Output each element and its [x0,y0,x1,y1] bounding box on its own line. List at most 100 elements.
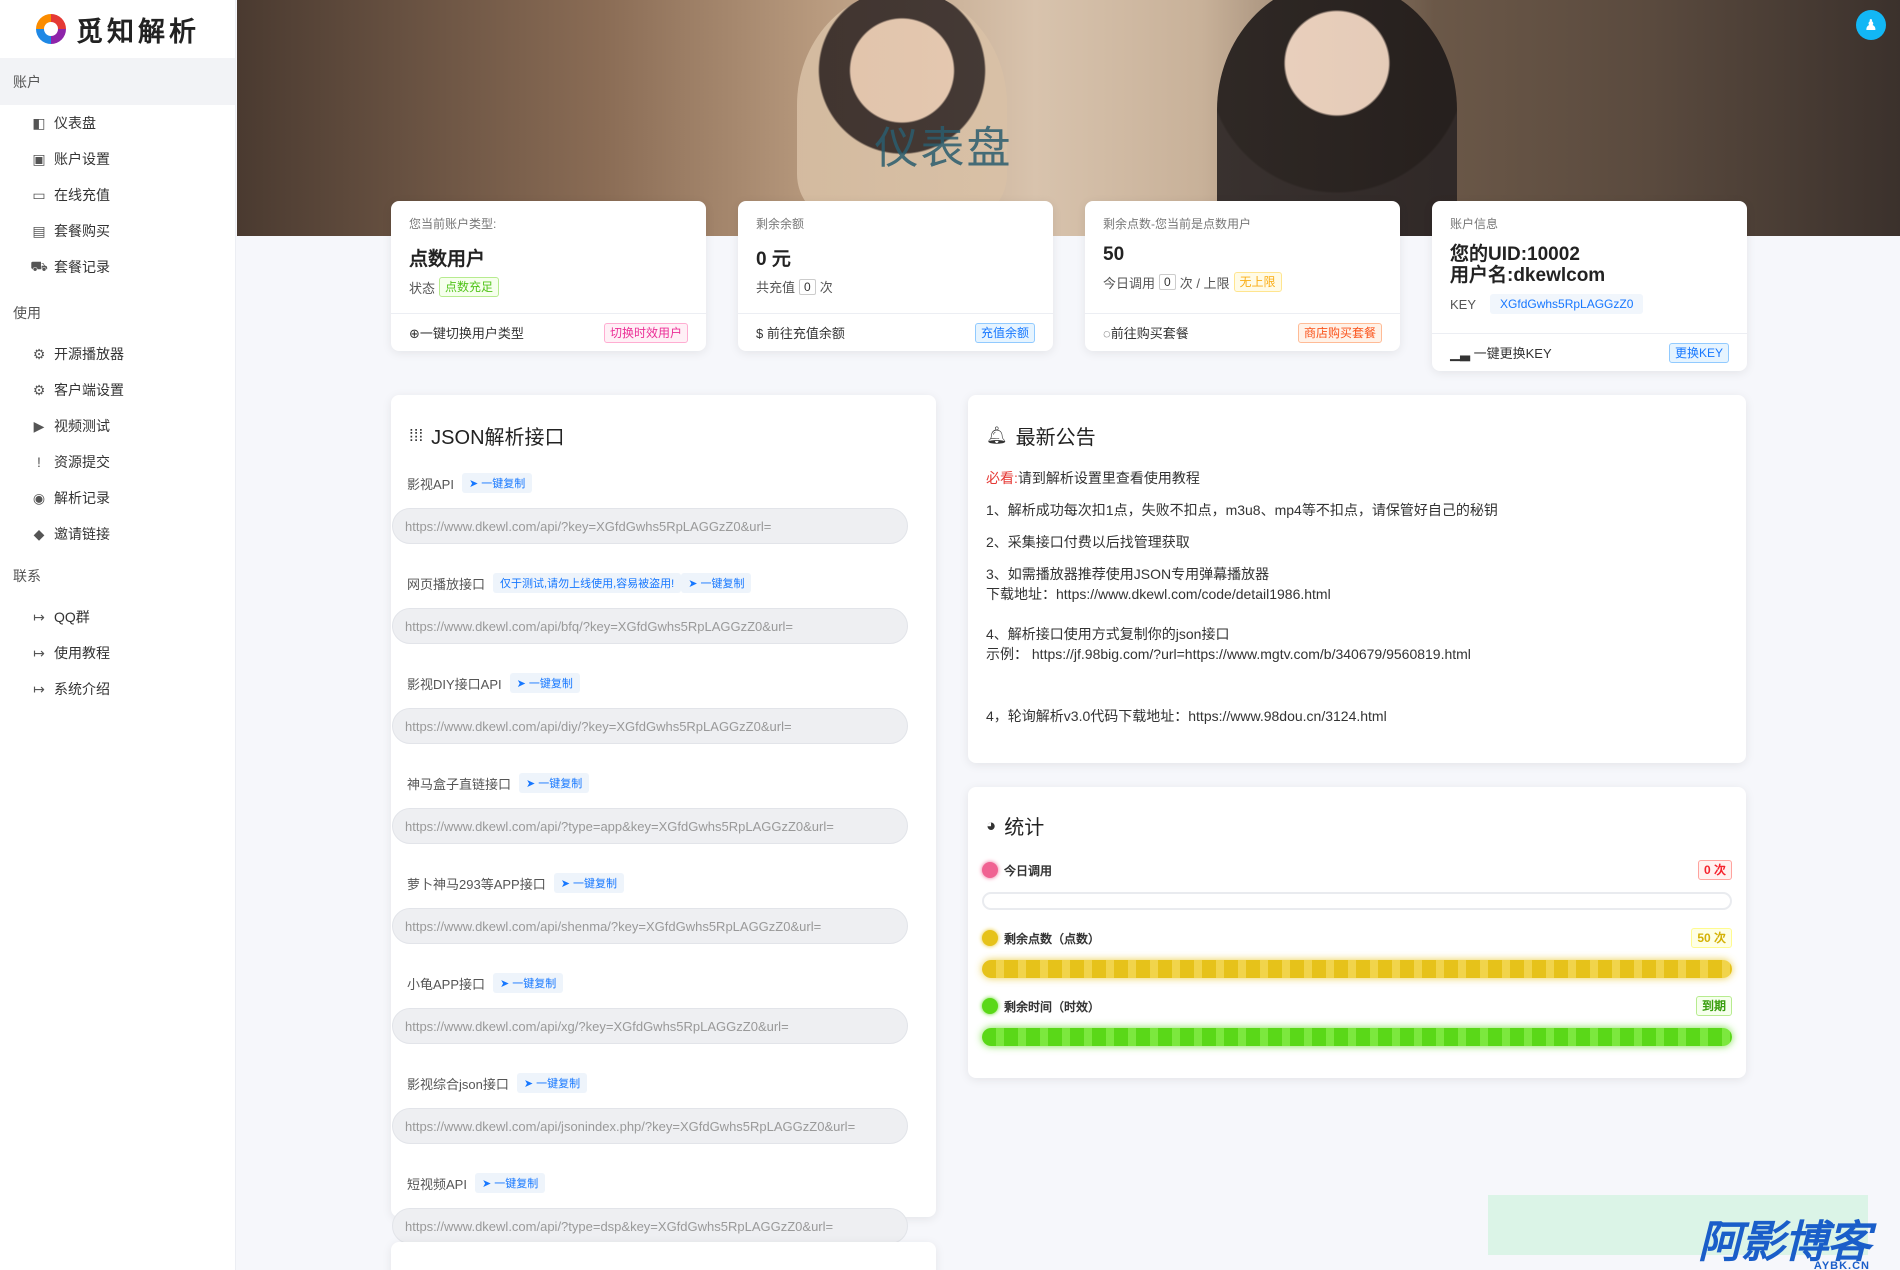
stats-panel-header: ◕ 统计 [968,787,1746,840]
goto-recharge-link[interactable]: $ 前往充值余额 [756,323,845,342]
api-key-value[interactable]: XGfdGwhs5RpLAGGzZ0 [1490,294,1644,314]
api-list: 影视API ➤ 一键复制 https://www.dkewl.com/api/?ke… [391,468,936,1244]
api-label-row: 网页播放接口 仅于测试,请勿上线使用,容易被盗用! ➤ 一键复制 [407,568,936,598]
sidebar-item[interactable]: ◧ 仪表盘 [0,105,235,141]
brand[interactable]: 觅知解析 [0,0,235,58]
stat-label: 剩余时间（时效） [1004,999,1101,1014]
balance-card: 剩余余额 0 元 共充值 0 次 $ 前往充值余额 充值余额 [738,201,1053,351]
sidebar-item[interactable]: ⚙ 开源播放器 [0,336,235,372]
page-title: 仪表盘 [874,124,1013,173]
sidebar-item[interactable]: ▤ 套餐购买 [0,213,235,249]
send-icon: ➤ [523,1078,537,1090]
api-name: 影视DIY接口API [407,676,502,692]
sidebar-item[interactable]: ↦ QQ群 [0,599,235,635]
login-icon: ↦ [33,644,45,661]
qq-contact-icon[interactable]: ♟ [1856,10,1886,40]
balance-value: 0 元 [756,249,791,270]
copy-button[interactable]: ➤ 一键复制 [516,1073,588,1093]
goto-buy-plan-link[interactable]: ◌前往购买套餐 [1103,323,1189,342]
sidebar-item[interactable]: ⚙ 客户端设置 [0,372,235,408]
api-name: 神马盒子直链接口 [407,776,512,792]
api-name: 影视API [407,476,454,492]
bell-icon: 🔔︎ [986,425,1008,445]
stats-list: 今日调用 0 次剩余点数（点数） 50 次剩余时间（时效） 到期 [968,840,1746,1046]
api-url-field[interactable]: https://www.dkewl.com/api/jsonindex.php/… [392,1108,908,1144]
api-url-field[interactable]: https://www.dkewl.com/api/bfq/?key=XGfdG… [392,608,908,644]
stat-label: 今日调用 [1004,863,1053,878]
login-icon: ↦ [33,680,45,697]
change-key-link[interactable]: ▁▃ 一键更换KEY [1450,343,1552,362]
sidebar-item-label: 视频测试 [54,418,110,434]
sidebar-item[interactable]: ↦ 使用教程 [0,635,235,671]
sidebar-item[interactable]: ◉ 解析记录 [0,480,235,516]
watermark-logo: 阿影博客 AYBK.CN [1488,1195,1900,1270]
copy-button[interactable]: ➤ 一键复制 [553,873,624,893]
sidebar-item[interactable]: ▶ 视频测试 [0,408,235,444]
must-read-label: 必看: [986,470,1018,486]
api-name: 小龟APP接口 [407,976,486,992]
copy-button[interactable]: ➤ 一键复制 [461,473,533,493]
api-name: 网页播放接口 [407,576,486,592]
copy-button[interactable]: ➤ 一键复制 [509,673,580,693]
gear-icon: ⚙ [32,345,46,362]
api-label-row: 神马盒子直链接口 ➤ 一键复制 [407,768,936,798]
shop-buy-plan-button[interactable]: 商店购买套餐 [1297,322,1382,343]
dashboard-icon: ◧ [32,114,46,131]
stat-progress-bar [982,892,1732,910]
sidebar-item[interactable]: ▣ 账户设置 [0,141,235,177]
api-url-field[interactable]: https://www.dkewl.com/api/xg/?key=XGfdGw… [392,1008,908,1044]
notice-line-4a: 4、解析接口使用方式复制你的json接口 [986,626,1230,642]
sidebar-item-label: 仪表盘 [54,115,96,131]
user-icon: ▣ [32,150,46,167]
api-url-field[interactable]: https://www.dkewl.com/api/diy/?key=XGfdG… [392,708,908,744]
switch-type-link[interactable]: ⊕一键切换用户类型 [409,323,524,342]
nav-section-title: 联系 [13,567,41,584]
account-info-label: 账户信息 [1450,217,1499,231]
api-label-row: 影视综合json接口 ➤ 一键复制 [407,1068,936,1098]
notice-line-1: 1、解析成功每次扣1点，失败不扣点，m3u8、mp4等不扣点，请保管好自己的秘钥 [986,502,1498,518]
switch-timed-user-button[interactable]: 切换时效用户 [603,322,688,343]
login-icon: ↦ [33,608,45,625]
recharge-button[interactable]: 充值余额 [974,322,1035,343]
uid-value: 您的UID:10002 [1450,244,1580,265]
daily-calls-suffix: 次 / 上限 [1179,275,1230,291]
api-url-field[interactable]: https://www.dkewl.com/api/shenma/?key=XG… [392,908,908,944]
status-dot-icon [982,998,998,1014]
sidebar-item[interactable]: ↦ 系统介绍 [0,671,235,707]
api-name: 萝卜神马293等APP接口 [407,876,546,892]
dollar-icon: $ [756,326,767,341]
recharge-count: 0 [799,278,816,295]
notice-panel: 🔔︎ 最新公告 必看:请到解析设置里查看使用教程 1、解析成功每次扣1点，失败不… [968,395,1746,763]
notice-line-5[interactable]: 4，轮询解析v3.0代码下载地址：https://www.98dou.cn/31… [986,706,1728,726]
watermark-sub: AYBK.CN [1813,1260,1870,1270]
copy-label: 一键复制 [528,678,573,690]
sidebar-item[interactable]: ! 资源提交 [0,444,235,480]
send-icon: ➤ [468,478,482,490]
api-url-field[interactable]: https://www.dkewl.com/api/?type=app&key=… [392,808,908,844]
copy-label: 一键复制 [512,978,557,990]
copy-button[interactable]: ➤ 一键复制 [493,973,564,993]
copy-button[interactable]: ➤ 一键复制 [474,1173,546,1193]
sidebar-item[interactable]: ⛟ 套餐记录 [0,249,235,285]
sidebar-item[interactable]: ◆ 邀请链接 [0,516,235,552]
api-url-field[interactable]: https://www.dkewl.com/api/?type=dsp&key=… [392,1208,908,1244]
sidebar-item[interactable]: ▭ 在线充值 [0,177,235,213]
sidebar-item-label: 开源播放器 [54,346,124,362]
sidebar-item-label: 资源提交 [54,454,110,470]
api-item: 影视综合json接口 ➤ 一键复制 https://www.dkewl.com/ap… [392,1068,936,1144]
api-url-field[interactable]: https://www.dkewl.com/api/?key=XGfdGwhs5… [392,508,908,544]
recharge-count-prefix: 共充值 [756,280,796,295]
hero-photo-figure-left [797,0,1007,220]
copy-button[interactable]: ➤ 一键复制 [681,573,752,593]
api-label-row: 短视频API ➤ 一键复制 [407,1168,936,1198]
notice-line-3a: 3、如需播放器推荐使用JSON专用弹幕播放器 [986,566,1270,582]
notice-line-3b[interactable]: 下载地址：https://www.dkewl.com/code/detail19… [986,584,1728,604]
notice-line-4b[interactable]: 示例： https://jf.98big.com/?url=https://ww… [986,644,1728,664]
copy-label: 一键复制 [538,778,583,790]
stat-row: 剩余时间（时效） 到期 [982,994,1732,1018]
eye-icon: ◉ [32,489,46,506]
status-dot-icon [982,862,998,878]
change-key-button[interactable]: 更换KEY [1668,342,1729,363]
sidebar-item-label: 套餐购买 [54,223,110,239]
copy-button[interactable]: ➤ 一键复制 [519,773,590,793]
